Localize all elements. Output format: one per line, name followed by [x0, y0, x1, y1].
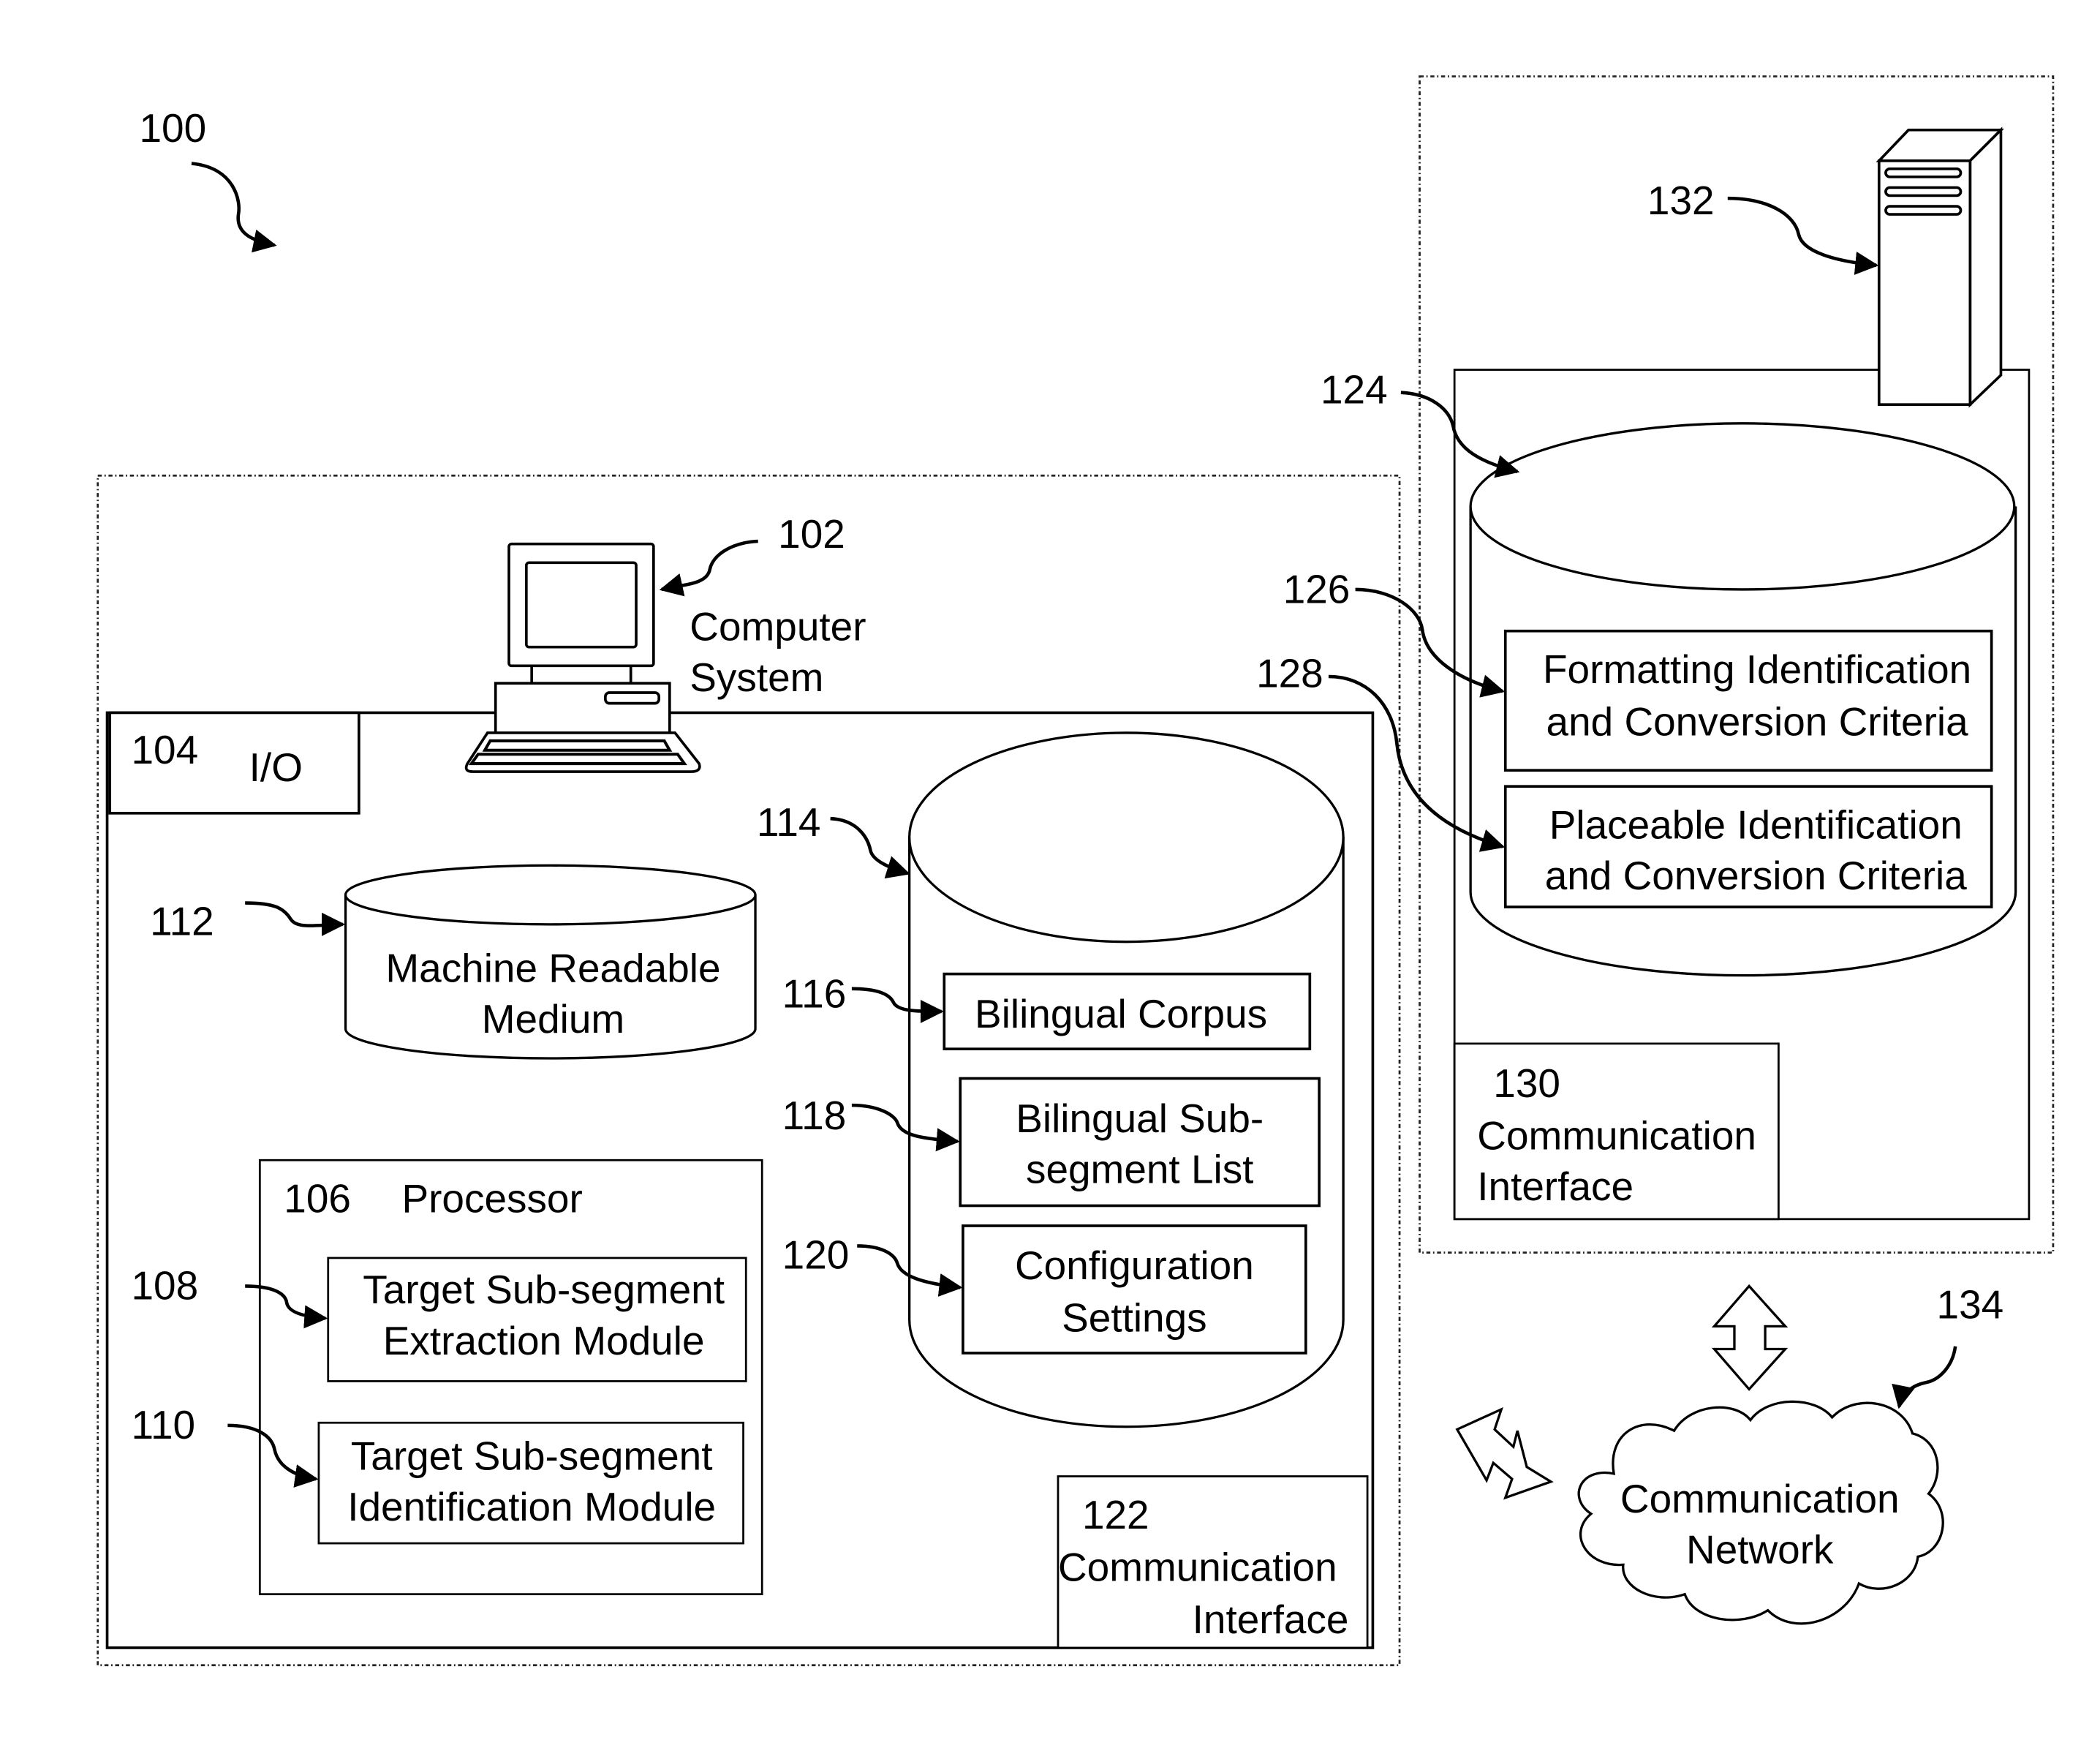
- identification-module-ref: 110: [132, 1402, 196, 1447]
- processor-label: Processor: [401, 1176, 582, 1221]
- computer-icon: [464, 542, 701, 773]
- extraction-module-line2: Extraction Module: [383, 1318, 705, 1363]
- bilingual-corpus-ref: 116: [782, 971, 847, 1016]
- comm-interface-130-box: 130 Communication Interface: [1453, 1042, 1780, 1221]
- database-124-ref: 124: [1321, 366, 1388, 412]
- comm-interface-122-line1: Communication: [1058, 1544, 1337, 1589]
- computer-ref: 102: [778, 511, 845, 557]
- formatting-criteria-line1: Formatting Identification: [1543, 647, 1971, 692]
- bilingual-corpus-label: Bilingual Corpus: [975, 991, 1267, 1036]
- identification-module-box: Target Sub-segment Identification Module: [317, 1421, 744, 1545]
- configuration-settings-ref: 120: [782, 1232, 850, 1278]
- communication-network-cloud: Communication Network: [1577, 1400, 1944, 1625]
- network-label-line2: Network: [1686, 1527, 1834, 1572]
- placeable-criteria-box: Placeable Identification and Conversion …: [1503, 785, 1993, 908]
- mrm-label-line1: Machine Readable: [385, 946, 720, 991]
- configuration-settings-box: Configuration Settings: [962, 1224, 1307, 1355]
- formatting-criteria-box: Formatting Identification and Conversion…: [1503, 629, 1993, 772]
- network-ref-arrow: [1892, 1346, 1957, 1409]
- server-icon: [1876, 127, 2004, 408]
- extraction-module-line1: Target Sub-segment: [363, 1267, 725, 1312]
- extraction-module-box: Target Sub-segment Extraction Module: [327, 1257, 747, 1382]
- diagonal-double-arrow-icon: [1455, 1406, 1554, 1500]
- comm-interface-122-line2: Interface: [1193, 1597, 1349, 1642]
- processor-ref: 106: [284, 1176, 351, 1221]
- formatting-criteria-line2: and Conversion Criteria: [1546, 699, 1969, 745]
- server-ref: 132: [1647, 178, 1715, 223]
- sub-segment-list-box: Bilingual Sub- segment List: [959, 1077, 1321, 1208]
- sub-segment-list-line2: segment List: [1026, 1146, 1253, 1191]
- database-114-ref: 114: [757, 799, 821, 845]
- comm-interface-130-ref: 130: [1493, 1061, 1560, 1106]
- configuration-settings-line2: Settings: [1062, 1295, 1207, 1341]
- sub-segment-list-ref: 118: [782, 1093, 847, 1138]
- server-ref-arrow: [1727, 196, 1879, 275]
- identification-module-line2: Identification Module: [347, 1484, 716, 1529]
- placeable-criteria-line2: and Conversion Criteria: [1545, 853, 1968, 898]
- network-label-line1: Communication: [1620, 1476, 1900, 1521]
- bilingual-corpus-box: Bilingual Corpus: [943, 972, 1312, 1051]
- placeable-criteria-line1: Placeable Identification: [1549, 802, 1963, 848]
- comm-interface-122-box: 122 Communication Interface: [1057, 1475, 1369, 1649]
- vertical-double-arrow-icon: [1711, 1284, 1789, 1391]
- io-box: 104 I/O: [108, 711, 360, 815]
- mrm-ref: 112: [150, 899, 214, 944]
- comm-interface-130-line1: Communication: [1477, 1113, 1756, 1159]
- formatting-criteria-ref: 126: [1283, 566, 1351, 611]
- extraction-module-ref: 108: [132, 1263, 199, 1308]
- figure-ref-label: 100: [139, 105, 206, 151]
- identification-module-line1: Target Sub-segment: [351, 1433, 713, 1478]
- computer-system-label-line1: Computer: [690, 604, 866, 649]
- computer-system-label-line2: System: [690, 655, 823, 700]
- placeable-criteria-ref: 128: [1256, 651, 1323, 696]
- figure-ref-arrow: [191, 162, 277, 253]
- io-ref: 104: [132, 727, 199, 772]
- io-label: I/O: [249, 745, 303, 790]
- comm-interface-130-line2: Interface: [1477, 1164, 1633, 1209]
- system-diagram: 100 104 I/O 102 Computer System Machine …: [97, 75, 2055, 1667]
- network-ref: 134: [1937, 1281, 2004, 1327]
- machine-readable-medium-cylinder: Machine Readable Medium: [344, 864, 757, 1060]
- comm-interface-122-ref: 122: [1082, 1492, 1149, 1537]
- configuration-settings-line1: Configuration: [1015, 1243, 1254, 1288]
- mrm-label-line2: Medium: [482, 996, 624, 1042]
- sub-segment-list-line1: Bilingual Sub-: [1016, 1096, 1264, 1141]
- computer-ref-arrow: [659, 539, 758, 597]
